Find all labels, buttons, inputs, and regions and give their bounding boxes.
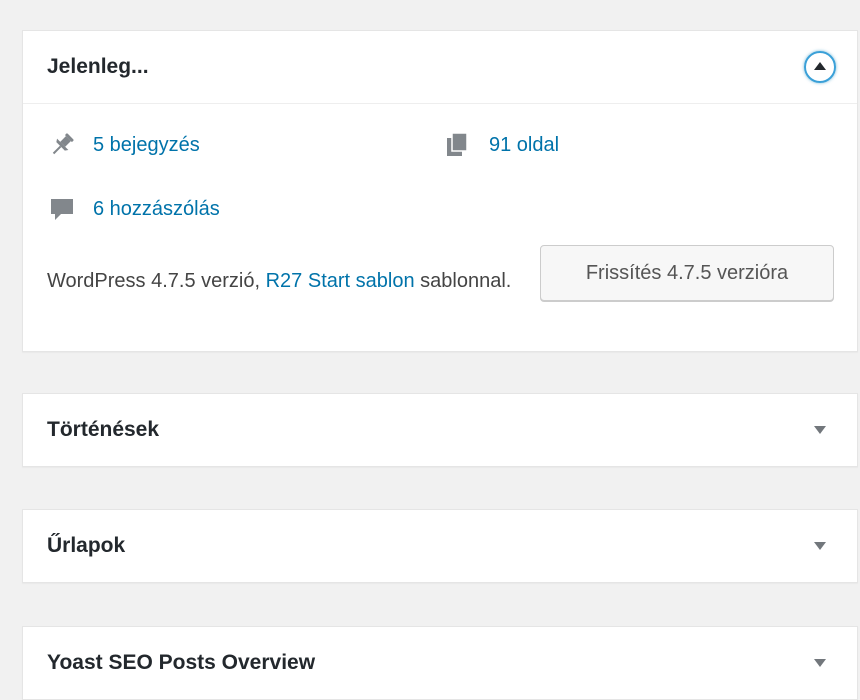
expand-toggle-button[interactable] [801, 527, 839, 565]
theme-link[interactable]: R27 Start sablon [266, 270, 415, 292]
activity-header[interactable]: Történések [23, 394, 857, 466]
update-wordpress-button[interactable]: Frissítés 4.7.5 verzióra [540, 245, 834, 301]
comments-count-link[interactable]: 6 hozzászólás [47, 194, 220, 224]
pushpin-icon [47, 130, 77, 160]
pages-count-label: 91 oldal [489, 133, 560, 156]
activity-widget: Történések [22, 393, 858, 467]
version-suffix: sablonnal. [414, 270, 512, 292]
at-a-glance-widget: Jelenleg... 5 bejegyzés 91 oldal 6 hozzá… [22, 30, 858, 352]
focus-ring [804, 51, 836, 83]
forms-widget: Űrlapok [22, 509, 858, 583]
at-a-glance-header[interactable]: Jelenleg... [23, 31, 857, 103]
posts-count-link[interactable]: 5 bejegyzés [47, 130, 200, 160]
expand-toggle-button[interactable] [801, 411, 839, 449]
collapse-toggle-button[interactable] [801, 48, 839, 86]
posts-count-label: 5 bejegyzés [93, 133, 200, 156]
widget-title: Történések [47, 418, 160, 441]
forms-header[interactable]: Űrlapok [23, 510, 857, 582]
dashboard-widgets-column: Jelenleg... 5 bejegyzés 91 oldal 6 hozzá… [0, 0, 860, 700]
version-info: WordPress 4.7.5 verzió, R27 Start sablon… [47, 264, 517, 298]
widget-title: Yoast SEO Posts Overview [47, 651, 316, 674]
at-a-glance-content: 5 bejegyzés 91 oldal 6 hozzászólás WordP… [23, 103, 857, 351]
arrow-down-icon [814, 659, 826, 667]
version-prefix: WordPress 4.7.5 verzió, [47, 270, 266, 292]
comments-count-label: 6 hozzászólás [93, 197, 220, 220]
comment-bubble-icon [47, 194, 77, 224]
expand-toggle-button[interactable] [801, 644, 839, 682]
widget-title: Űrlapok [47, 534, 126, 557]
arrow-down-icon [814, 542, 826, 550]
arrow-up-icon [814, 62, 826, 70]
yoast-header[interactable]: Yoast SEO Posts Overview [23, 627, 857, 699]
arrow-down-icon [814, 426, 826, 434]
pages-icon [443, 130, 473, 160]
widget-title: Jelenleg... [47, 55, 149, 78]
yoast-seo-widget: Yoast SEO Posts Overview [22, 626, 858, 700]
pages-count-link[interactable]: 91 oldal [443, 130, 559, 160]
